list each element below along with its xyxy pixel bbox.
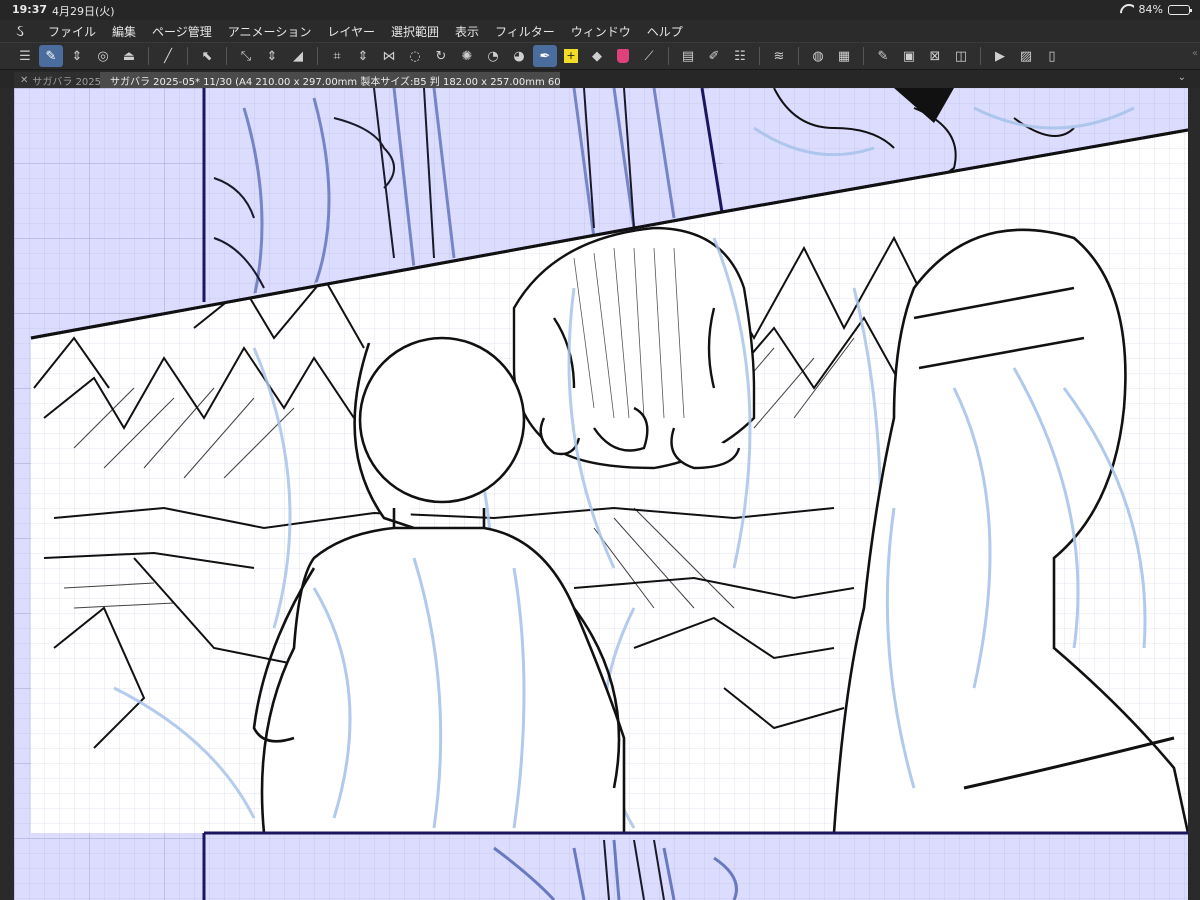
menu-bar: ઽ ファイル 編集 ページ管理 アニメーション レイヤー 選択範囲 表示 フィル… xyxy=(0,20,1200,42)
perspective-icon[interactable]: ◢ xyxy=(286,45,310,67)
toolbar-divider xyxy=(668,47,669,65)
layers-icon[interactable]: ≋ xyxy=(767,45,791,67)
right-panel-edge xyxy=(1188,88,1200,900)
left-panel-edge xyxy=(0,88,14,900)
sliders-icon[interactable]: ☷ xyxy=(728,45,752,67)
fill-bucket-icon[interactable] xyxy=(611,45,635,67)
hamburger-menu-icon[interactable]: ☰ xyxy=(13,45,37,67)
add-selection-icon[interactable]: + xyxy=(559,45,583,67)
status-right: 84% xyxy=(1120,3,1192,16)
menu-edit[interactable]: 編集 xyxy=(104,23,144,40)
color-circle-icon[interactable]: ◍ xyxy=(806,45,830,67)
smartphone-icon[interactable]: ▯ xyxy=(1040,45,1064,67)
eyedropper-icon[interactable]: ⟋ xyxy=(637,45,661,67)
toolbar-divider xyxy=(148,47,149,65)
lasso-icon[interactable]: ◌ xyxy=(403,45,427,67)
toolbar-divider xyxy=(187,47,188,65)
loading-spinner-icon[interactable]: ✺ xyxy=(455,45,479,67)
status-time: 19:37 xyxy=(12,3,48,16)
object-select-icon[interactable]: ⬉ xyxy=(195,45,219,67)
toolbar-divider xyxy=(798,47,799,65)
document-tab-bar: ✕ サガバラ 2025- サガバラ 2025-05* 11/30 (A4 210… xyxy=(0,70,1200,88)
lasso-fill-icon[interactable]: ◔ xyxy=(481,45,505,67)
document-tab-title: サガバラ 2025-05* 11/30 (A4 210.00 x 297.00m… xyxy=(110,76,560,88)
transform-icon[interactable]: ⤡ xyxy=(234,45,258,67)
pen-icon[interactable]: ╱ xyxy=(156,45,180,67)
brush-settings-icon[interactable]: ✐ xyxy=(702,45,726,67)
document-tab[interactable]: ✕ サガバラ 2025- xyxy=(14,72,100,88)
crop-icon[interactable]: ⌗ xyxy=(325,45,349,67)
brush-size-icon[interactable]: ✎ xyxy=(871,45,895,67)
layer-settings-icon[interactable]: ◎ xyxy=(91,45,115,67)
toolbar-expand-right-icon[interactable]: « xyxy=(1192,48,1198,59)
menu-page-management[interactable]: ページ管理 xyxy=(144,23,220,40)
navigator-icon[interactable]: ◫ xyxy=(949,45,973,67)
document-tab-title: サガバラ 2025- xyxy=(32,76,100,88)
toolbar-divider xyxy=(759,47,760,65)
app-logo-icon[interactable]: ઽ xyxy=(0,21,40,41)
up-down-arrows-icon[interactable]: ⇕ xyxy=(260,45,284,67)
chevron-down-icon[interactable]: ⌄ xyxy=(1178,72,1186,83)
rotate-icon[interactable]: ↻ xyxy=(429,45,453,67)
up-down-arrows-icon[interactable]: ⇕ xyxy=(65,45,89,67)
menu-selection[interactable]: 選択範囲 xyxy=(383,23,447,40)
flip-horizontal-icon[interactable]: ⋈ xyxy=(377,45,401,67)
color-set-icon[interactable]: ▦ xyxy=(832,45,856,67)
image-panel-icon[interactable]: ▨ xyxy=(1014,45,1038,67)
menu-view[interactable]: 表示 xyxy=(447,23,487,40)
menu-filter[interactable]: フィルター xyxy=(487,23,563,40)
drawing-canvas[interactable] xyxy=(14,88,1188,900)
gpen-active-icon[interactable]: ✒ xyxy=(533,45,557,67)
toolbar-divider xyxy=(863,47,864,65)
eraser-icon[interactable]: ◆ xyxy=(585,45,609,67)
toolbar-divider xyxy=(980,47,981,65)
toolbar-divider xyxy=(317,47,318,65)
bottom-panel-grid xyxy=(206,835,1188,900)
wifi-icon xyxy=(1120,4,1134,15)
close-icon[interactable]: ✕ xyxy=(20,75,28,86)
status-date: 4月29日(火) xyxy=(52,5,115,18)
status-bar: 19:37 4月29日(火) 84% xyxy=(0,0,1200,20)
up-down-arrows-icon[interactable]: ⇕ xyxy=(351,45,375,67)
edit-frame-tool-icon[interactable]: ✎ xyxy=(39,45,63,67)
close-panel-icon[interactable]: ⊠ xyxy=(923,45,947,67)
canvas-artwork xyxy=(14,88,1188,900)
material-icon[interactable]: ▣ xyxy=(897,45,921,67)
timeline-icon[interactable]: ▶ xyxy=(988,45,1012,67)
ruler-icon[interactable]: ⏏ xyxy=(117,45,141,67)
menu-window[interactable]: ウィンドウ xyxy=(563,23,639,40)
quick-access-icon[interactable]: ▤ xyxy=(676,45,700,67)
menu-layer[interactable]: レイヤー xyxy=(319,23,383,40)
document-tab-active[interactable]: サガバラ 2025-05* 11/30 (A4 210.00 x 297.00m… xyxy=(100,72,560,88)
toolbar-divider xyxy=(226,47,227,65)
menu-animation[interactable]: アニメーション xyxy=(220,23,320,40)
lasso-clear-icon[interactable]: ◕ xyxy=(507,45,531,67)
menu-help[interactable]: ヘルプ xyxy=(639,23,691,40)
command-bar: ☰ ✎ ⇕ ◎ ⏏ ╱ ⬉ ⤡ ⇕ ◢ ⌗ ⇕ ⋈ ◌ ↻ ✺ ◔ ◕ ✒ + … xyxy=(0,42,1200,70)
battery-icon xyxy=(1168,4,1192,15)
battery-percent: 84% xyxy=(1138,3,1163,16)
menu-file[interactable]: ファイル xyxy=(40,23,104,40)
